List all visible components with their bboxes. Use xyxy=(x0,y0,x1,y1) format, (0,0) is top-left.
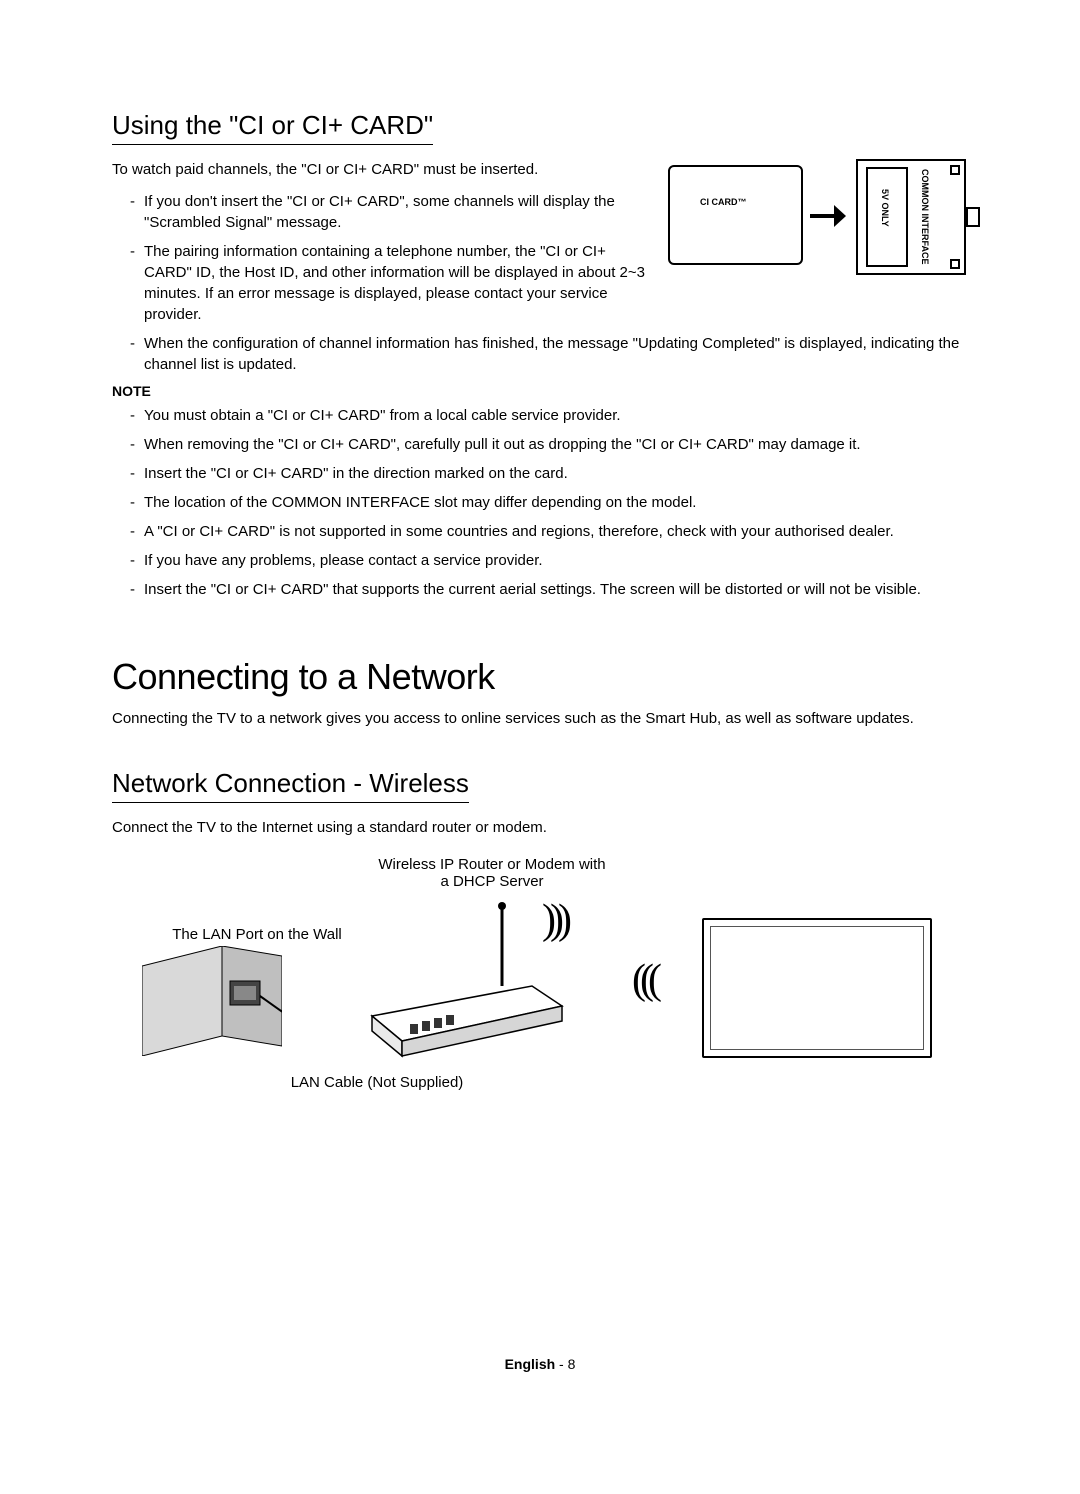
connecting-intro: Connecting the TV to a network gives you… xyxy=(112,708,968,730)
footer-page-number: 8 xyxy=(568,1356,576,1372)
ci-note: Insert the "CI or CI+ CARD" in the direc… xyxy=(130,463,968,484)
ci-note: You must obtain a "CI or CI+ CARD" from … xyxy=(130,405,968,426)
footer-language: English xyxy=(505,1356,556,1372)
wifi-signal-right-icon: ))) xyxy=(542,896,566,944)
ci-note: A "CI or CI+ CARD" is not supported in s… xyxy=(130,521,968,542)
tv-icon xyxy=(702,918,932,1058)
ci-card-diagram: CI CARD™ 5V ONLY COMMON INTERFACE xyxy=(668,159,968,279)
note-heading: NOTE xyxy=(112,383,968,399)
ci-note: Insert the "CI or CI+ CARD" that support… xyxy=(130,579,968,600)
ci-bullets: If you don't insert the "CI or CI+ CARD"… xyxy=(112,191,652,325)
wifi-signal-left-icon: ((( xyxy=(632,956,656,1004)
ci-bullet: When the configuration of channel inform… xyxy=(130,333,968,375)
ci-bullets-continued: When the configuration of channel inform… xyxy=(112,333,968,375)
wall-port-icon xyxy=(142,946,282,1056)
heading-wireless: Network Connection - Wireless xyxy=(112,768,469,803)
router-caption: Wireless IP Router or Modem with a DHCP … xyxy=(342,856,642,890)
heading-using-ci-card: Using the "CI or CI+ CARD" xyxy=(112,110,433,145)
router-caption-line2: a DHCP Server xyxy=(440,873,543,890)
ci-notes-list: You must obtain a "CI or CI+ CARD" from … xyxy=(112,405,968,600)
slot-5v-label: 5V ONLY xyxy=(880,189,890,227)
wireless-intro: Connect the TV to the Internet using a s… xyxy=(112,817,968,839)
ci-note: The location of the COMMON INTERFACE slo… xyxy=(130,492,968,513)
lan-cable-caption: LAN Cable (Not Supplied) xyxy=(252,1074,502,1091)
ci-bullet: The pairing information containing a tel… xyxy=(130,241,652,325)
ci-intro-text: To watch paid channels, the "CI or CI+ C… xyxy=(112,159,652,181)
slot-common-interface-label: COMMON INTERFACE xyxy=(920,169,930,265)
ci-note: If you have any problems, please contact… xyxy=(130,550,968,571)
ci-slot-icon: 5V ONLY COMMON INTERFACE xyxy=(856,159,966,275)
arrow-right-icon xyxy=(810,205,846,227)
wireless-network-diagram: Wireless IP Router or Modem with a DHCP … xyxy=(112,856,968,1096)
ci-bullet: If you don't insert the "CI or CI+ CARD"… xyxy=(130,191,652,233)
ci-note: When removing the "CI or CI+ CARD", care… xyxy=(130,434,968,455)
ci-card-label: CI CARD™ xyxy=(700,197,747,207)
footer-sep: - xyxy=(555,1356,567,1372)
router-caption-line1: Wireless IP Router or Modem with xyxy=(378,856,605,873)
wall-port-caption: The LAN Port on the Wall xyxy=(132,926,382,943)
ci-card-icon: CI CARD™ xyxy=(668,165,803,265)
page-footer: English - 8 xyxy=(0,1356,1080,1372)
heading-connecting-network: Connecting to a Network xyxy=(112,656,968,698)
